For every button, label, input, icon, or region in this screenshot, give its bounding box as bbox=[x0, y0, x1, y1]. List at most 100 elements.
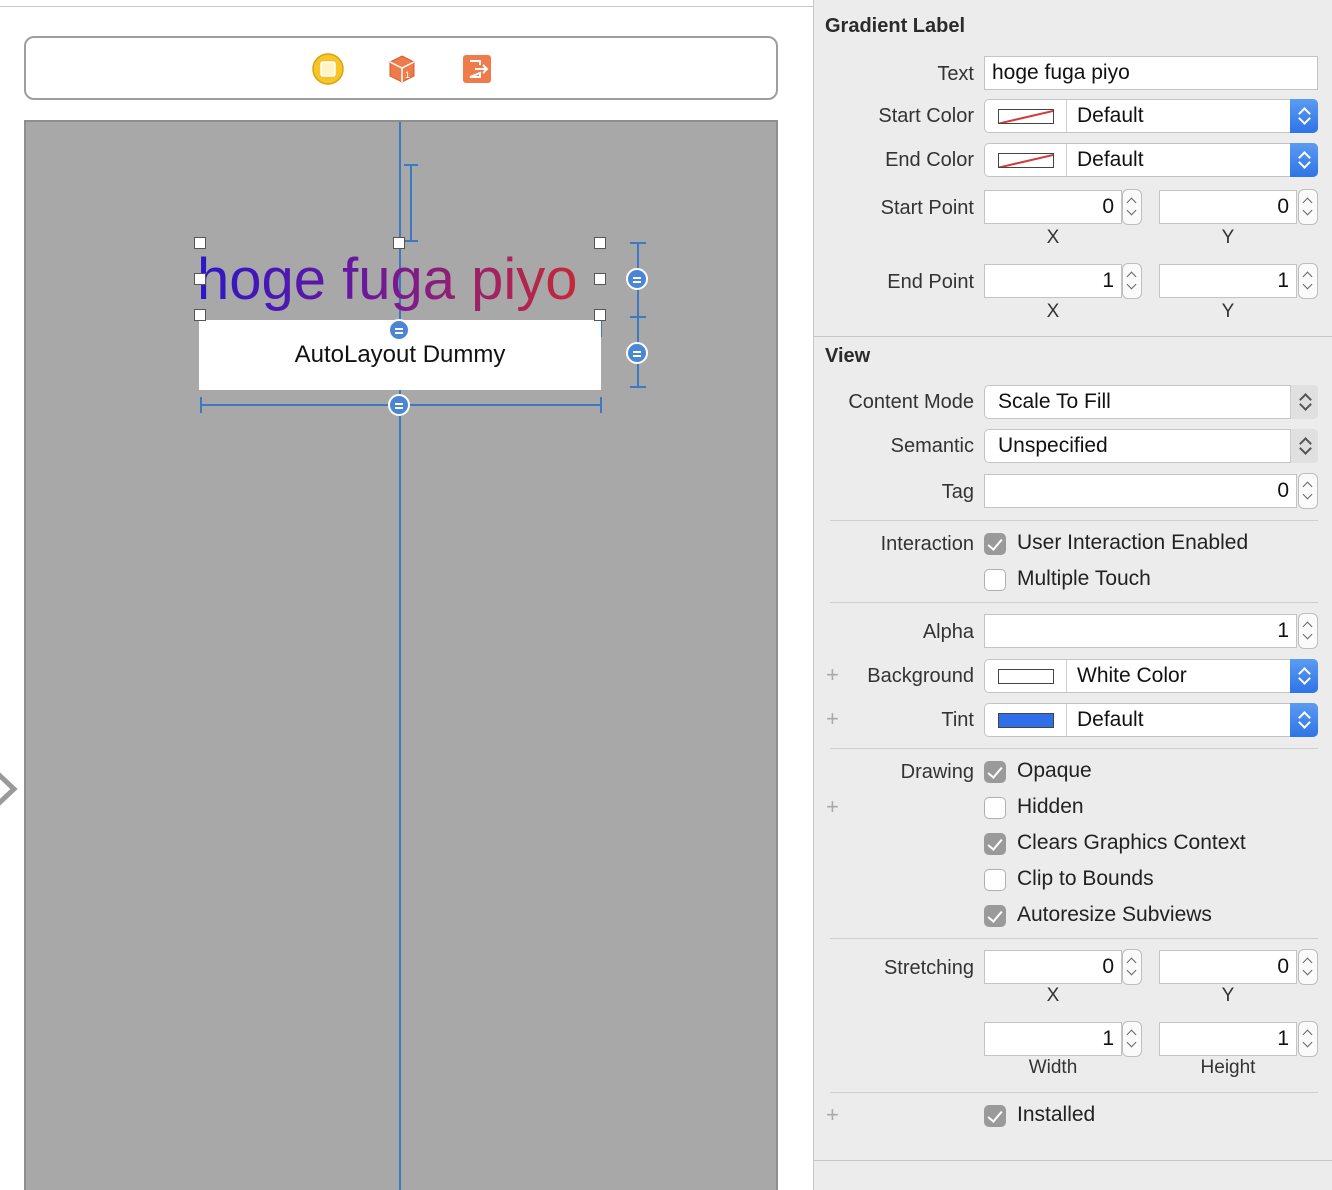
stretching-height-stepper[interactable] bbox=[1298, 1021, 1318, 1057]
tag-label: Tag bbox=[941, 481, 974, 503]
resize-handle-left[interactable] bbox=[194, 273, 206, 285]
stretching-y-caption: Y bbox=[1221, 985, 1235, 1006]
end-point-y-field[interactable]: 1 bbox=[1159, 264, 1297, 298]
stretching-y-stepper[interactable] bbox=[1298, 949, 1318, 985]
view-section-title: View bbox=[825, 345, 871, 367]
top-spacing-constraint-cap bbox=[404, 240, 418, 242]
opaque-label[interactable]: Opaque bbox=[1017, 759, 1092, 783]
top-spacing-constraint[interactable] bbox=[410, 164, 412, 242]
stretching-height-field[interactable]: 1 bbox=[1159, 1022, 1297, 1056]
clears-graphics-checkbox[interactable] bbox=[984, 833, 1006, 855]
attributes-inspector: Gradient Label Text hoge fuga piyo Start… bbox=[813, 0, 1332, 1190]
start-point-x-field[interactable]: 0 bbox=[984, 190, 1122, 224]
start-point-x-stepper[interactable] bbox=[1122, 189, 1142, 225]
stretching-x-caption: X bbox=[1046, 985, 1060, 1006]
first-responder-icon[interactable]: 1 bbox=[386, 53, 418, 85]
hidden-label[interactable]: Hidden bbox=[1017, 795, 1084, 819]
autoresize-label[interactable]: Autoresize Subviews bbox=[1017, 903, 1212, 927]
group-divider bbox=[830, 520, 1318, 521]
stretching-width-field[interactable]: 1 bbox=[984, 1022, 1122, 1056]
add-installed-variation-button[interactable]: + bbox=[826, 1104, 839, 1126]
constraint-cap bbox=[200, 397, 202, 413]
semantic-label: Semantic bbox=[890, 435, 974, 457]
start-color-value: Default bbox=[1077, 104, 1144, 127]
end-color-popup[interactable]: Default bbox=[984, 143, 1318, 177]
storyboard-canvas[interactable]: 1 hoge fuga piyo AutoLayout Dummy bbox=[0, 0, 814, 1190]
resize-handle-top-left[interactable] bbox=[194, 237, 206, 249]
background-color-well[interactable] bbox=[985, 660, 1067, 692]
equal-constraint-badge[interactable] bbox=[388, 319, 410, 341]
hidden-checkbox[interactable] bbox=[984, 797, 1006, 819]
tint-value: Default bbox=[1077, 708, 1144, 731]
equal-constraint-badge[interactable] bbox=[626, 342, 648, 364]
resize-handle-top-right[interactable] bbox=[594, 237, 606, 249]
gradient-label[interactable]: hoge fuga piyo bbox=[197, 244, 607, 316]
stretching-width-stepper[interactable] bbox=[1122, 1021, 1142, 1057]
end-point-x-stepper[interactable] bbox=[1122, 263, 1142, 299]
start-color-well[interactable] bbox=[985, 100, 1067, 132]
content-mode-popup[interactable]: Scale To Fill bbox=[984, 385, 1318, 419]
stretching-height-caption: Height bbox=[1200, 1057, 1256, 1078]
section-divider bbox=[814, 336, 1332, 337]
start-point-y-stepper[interactable] bbox=[1298, 189, 1318, 225]
end-color-value: Default bbox=[1077, 148, 1144, 171]
alpha-stepper[interactable] bbox=[1298, 613, 1318, 649]
tag-field[interactable]: 0 bbox=[984, 474, 1297, 508]
background-label: Background bbox=[867, 665, 974, 687]
end-point-label: End Point bbox=[887, 271, 974, 293]
constraint-cap bbox=[600, 397, 602, 413]
multiple-touch-label[interactable]: Multiple Touch bbox=[1017, 567, 1151, 591]
tint-popup[interactable]: Default bbox=[984, 703, 1318, 737]
installed-checkbox[interactable] bbox=[984, 1105, 1006, 1127]
height-constraint-line[interactable] bbox=[637, 242, 639, 388]
scene-dock: 1 bbox=[24, 36, 778, 100]
opaque-checkbox[interactable] bbox=[984, 761, 1006, 783]
svg-text:1: 1 bbox=[405, 70, 410, 80]
clip-to-bounds-checkbox[interactable] bbox=[984, 869, 1006, 891]
tint-color-well[interactable] bbox=[985, 704, 1067, 736]
installed-label[interactable]: Installed bbox=[1017, 1103, 1095, 1127]
resize-handle-right[interactable] bbox=[594, 273, 606, 285]
add-tint-variation-button[interactable]: + bbox=[826, 708, 839, 730]
text-field[interactable]: hoge fuga piyo bbox=[984, 56, 1318, 90]
exit-icon[interactable] bbox=[461, 53, 493, 85]
group-divider bbox=[830, 938, 1318, 939]
semantic-popup[interactable]: Unspecified bbox=[984, 429, 1318, 463]
end-color-well[interactable] bbox=[985, 144, 1067, 176]
content-mode-label: Content Mode bbox=[848, 391, 974, 413]
tag-stepper[interactable] bbox=[1298, 473, 1318, 509]
alpha-field[interactable]: 1 bbox=[984, 614, 1297, 648]
add-hidden-variation-button[interactable]: + bbox=[826, 796, 839, 818]
clears-graphics-label[interactable]: Clears Graphics Context bbox=[1017, 831, 1246, 855]
end-point-y-stepper[interactable] bbox=[1298, 263, 1318, 299]
canvas-top-divider bbox=[0, 6, 814, 7]
no-color-swatch-icon bbox=[998, 153, 1054, 168]
equal-constraint-badge[interactable] bbox=[388, 394, 410, 416]
stretching-label: Stretching bbox=[883, 957, 974, 979]
tint-label: Tint bbox=[941, 709, 974, 731]
user-interaction-label[interactable]: User Interaction Enabled bbox=[1017, 531, 1248, 555]
resize-handle-bottom-right[interactable] bbox=[594, 309, 606, 321]
end-point-x-field[interactable]: 1 bbox=[984, 264, 1122, 298]
end-point-x-caption: X bbox=[1046, 301, 1060, 322]
constraint-cap bbox=[630, 242, 646, 244]
stretching-x-field[interactable]: 0 bbox=[984, 950, 1122, 984]
start-point-y-field[interactable]: 0 bbox=[1159, 190, 1297, 224]
stretching-y-field[interactable]: 0 bbox=[1159, 950, 1297, 984]
group-divider bbox=[830, 748, 1318, 749]
background-popup[interactable]: White Color bbox=[984, 659, 1318, 693]
start-color-popup[interactable]: Default bbox=[984, 99, 1318, 133]
clip-to-bounds-label[interactable]: Clip to Bounds bbox=[1017, 867, 1154, 891]
stretching-x-stepper[interactable] bbox=[1122, 949, 1142, 985]
resize-handle-bottom-left[interactable] bbox=[194, 309, 206, 321]
user-interaction-checkbox[interactable] bbox=[984, 533, 1006, 555]
equal-constraint-badge[interactable] bbox=[626, 268, 648, 290]
multiple-touch-checkbox[interactable] bbox=[984, 569, 1006, 591]
popup-arrows-icon bbox=[1290, 429, 1318, 463]
view-controller-icon[interactable] bbox=[312, 53, 344, 85]
alpha-label: Alpha bbox=[922, 621, 974, 643]
resize-handle-top[interactable] bbox=[393, 237, 405, 249]
autoresize-checkbox[interactable] bbox=[984, 905, 1006, 927]
start-color-label: Start Color bbox=[878, 105, 974, 127]
add-background-variation-button[interactable]: + bbox=[826, 664, 839, 686]
